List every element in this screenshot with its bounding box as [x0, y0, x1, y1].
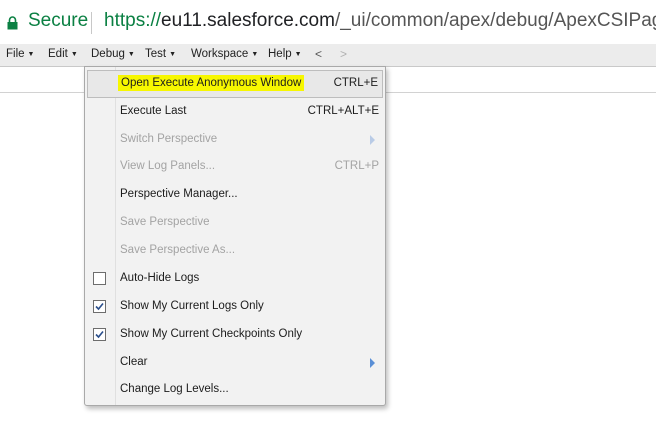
menu-item-label: View Log Panels... [120, 160, 216, 172]
address-separator [91, 12, 92, 34]
menu-debug[interactable]: Debug ▼ [91, 48, 135, 60]
menu-item-label: Open Execute Anonymous Window [118, 75, 305, 91]
menu-item-save-perspective[interactable]: Save Perspective [85, 209, 385, 237]
chevron-down-icon: ▼ [169, 51, 177, 58]
menu-item-label: Clear [120, 356, 148, 368]
menu-help[interactable]: Help ▼ [268, 48, 302, 60]
chevron-down-icon: ▼ [294, 51, 302, 58]
submenu-arrow-icon [370, 358, 375, 368]
menu-file-label: File [6, 48, 25, 60]
menu-test[interactable]: Test ▼ [145, 48, 176, 60]
menu-bar: File ▼ Edit ▼ Debug ▼ Test ▼ Workspace ▼ Help… [0, 44, 656, 67]
menu-item-label: Save Perspective As... [120, 244, 236, 256]
menu-edit-label: Edit [48, 48, 68, 60]
menu-workspace-label: Workspace [191, 48, 249, 60]
url-scheme: https:// [104, 10, 162, 31]
menu-item-shortcut: CTRL+ALT+E [307, 105, 379, 117]
menu-item-save-perspective-as[interactable]: Save Perspective As... [85, 237, 385, 265]
url-text[interactable]: https://eu11.salesforce.com/_ui/common/a… [104, 10, 656, 32]
check-icon [95, 330, 104, 339]
menu-item-open-execute-anonymous[interactable]: Open Execute Anonymous Window CTRL+E [87, 70, 383, 98]
menu-item-label: Save Perspective [120, 216, 210, 228]
menu-item-show-my-current-logs[interactable]: Show My Current Logs Only [85, 293, 385, 321]
chevron-down-icon: ▼ [70, 51, 78, 58]
menu-item-label: Change Log Levels... [120, 383, 229, 395]
chevron-down-icon: ▼ [127, 51, 135, 58]
menu-item-shortcut: CTRL+P [334, 160, 379, 172]
menu-item-shortcut: CTRL+E [333, 77, 378, 89]
submenu-arrow-icon [370, 135, 375, 145]
checkbox-checked[interactable] [93, 300, 106, 313]
secure-label: Secure [28, 10, 89, 31]
menu-edit[interactable]: Edit ▼ [48, 48, 78, 60]
menu-item-label: Switch Perspective [120, 133, 218, 145]
menu-file[interactable]: File ▼ [6, 48, 34, 60]
check-icon [95, 302, 104, 311]
menu-item-label: Show My Current Checkpoints Only [120, 328, 303, 340]
menu-item-perspective-manager[interactable]: Perspective Manager... [85, 181, 385, 209]
menu-item-label: Auto-Hide Logs [120, 272, 200, 284]
chevron-down-icon: ▼ [251, 51, 259, 58]
forward-arrow-icon[interactable]: > [340, 47, 347, 61]
url-path: /_ui/common/apex/debug/ApexCSIPage [334, 10, 656, 31]
menu-item-switch-perspective[interactable]: Switch Perspective [85, 126, 385, 154]
menu-item-change-log-levels[interactable]: Change Log Levels... [85, 376, 385, 404]
menu-workspace[interactable]: Workspace ▼ [191, 48, 258, 60]
chevron-down-icon: ▼ [27, 51, 35, 58]
lock-icon [7, 16, 18, 30]
menu-debug-label: Debug [91, 48, 125, 60]
menu-item-label: Perspective Manager... [120, 188, 238, 200]
back-arrow-icon[interactable]: < [315, 47, 322, 61]
menu-item-show-my-current-checkpoints[interactable]: Show My Current Checkpoints Only [85, 321, 385, 349]
menu-item-label: Execute Last [120, 105, 187, 117]
menu-item-execute-last[interactable]: Execute Last CTRL+ALT+E [85, 98, 385, 126]
debug-dropdown-menu: Open Execute Anonymous Window CTRL+E Exe… [84, 66, 386, 406]
checkbox-checked[interactable] [93, 328, 106, 341]
menu-item-view-log-panels[interactable]: View Log Panels... CTRL+P [85, 153, 385, 181]
url-host: eu11.salesforce.com [161, 10, 335, 31]
menu-item-label: Show My Current Logs Only [120, 300, 264, 312]
menu-item-auto-hide-logs[interactable]: Auto-Hide Logs [85, 265, 385, 293]
menu-test-label: Test [145, 48, 167, 60]
menu-help-label: Help [268, 48, 292, 60]
yellow-highlight: Open Execute Anonymous Window [118, 75, 305, 91]
checkbox-unchecked[interactable] [93, 272, 106, 285]
browser-address-bar[interactable]: Secure https://eu11.salesforce.com/_ui/c… [0, 0, 656, 45]
menu-item-clear[interactable]: Clear [85, 349, 385, 377]
